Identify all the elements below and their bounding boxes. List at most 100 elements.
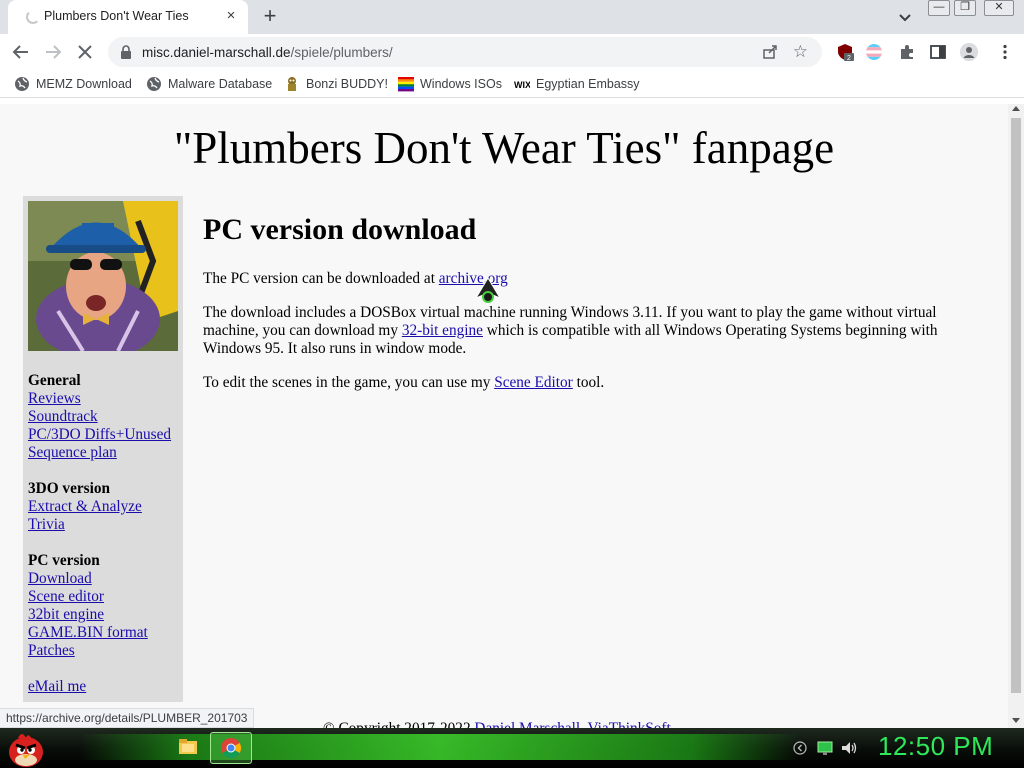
taskbar: 12:50 PM — [0, 728, 1024, 768]
bookmark-memz[interactable]: MEMZ Download — [14, 75, 132, 93]
bookmark-star-icon[interactable]: ☆ — [793, 42, 808, 62]
kebab-menu-icon[interactable] — [996, 43, 1014, 61]
address-bar[interactable]: misc.daniel-marschall.de/spiele/plumbers… — [108, 37, 822, 67]
globe-icon — [147, 77, 161, 91]
site-title: "Plumbers Don't Wear Ties" fanpage — [173, 123, 835, 173]
start-button-angry-bird-icon[interactable] — [6, 730, 46, 768]
scrollbar-thumb[interactable] — [1011, 118, 1021, 693]
page-heading: PC version download — [203, 213, 477, 246]
nav-heading-3do: 3DO version — [28, 480, 111, 497]
browser-toolbar: misc.daniel-marschall.de/spiele/plumbers… — [0, 34, 1024, 70]
bookmark-label: Egyptian Embassy — [536, 77, 640, 91]
window-restore-button[interactable]: ❐ — [954, 0, 976, 16]
paragraph-text: The PC version can be downloaded at — [203, 270, 439, 287]
nav-link-scene-editor[interactable]: Scene editor — [28, 588, 171, 606]
nav-link-pc-3do-diffs[interactable]: PC/3DO Diffs+Unused — [28, 426, 171, 444]
main-content: PC version download The PC version can b… — [203, 212, 993, 408]
url-host: misc.daniel-marschall.de — [142, 45, 291, 60]
sidebar-navigation: General Reviews Soundtrack PC/3DO Diffs+… — [23, 196, 183, 702]
ublock-badge: 2 — [847, 55, 851, 61]
nav-link-sequence-plan[interactable]: Sequence plan — [28, 444, 171, 462]
loading-spinner-icon — [26, 10, 40, 24]
wix-icon: WIX — [514, 80, 530, 90]
scroll-down-arrow-icon[interactable] — [1012, 718, 1020, 723]
bookmark-label: MEMZ Download — [36, 77, 132, 91]
32bit-engine-link[interactable]: 32-bit engine — [402, 322, 483, 339]
scroll-up-arrow-icon[interactable] — [1012, 106, 1020, 111]
back-button[interactable] — [10, 41, 32, 63]
trans-flag-extension-icon[interactable] — [865, 43, 883, 61]
taskbar-clock[interactable]: 12:50 PM — [878, 731, 993, 762]
new-tab-button[interactable]: + — [258, 5, 282, 29]
tab-title: Plumbers Don't Wear Ties — [44, 9, 189, 23]
page-viewport: "Plumbers Don't Wear Ties" fanpage Gener… — [0, 104, 1008, 728]
footer-author-link[interactable]: Daniel Marschall, ViaThinkSoft — [474, 720, 670, 728]
network-icon[interactable] — [816, 738, 834, 758]
footer-copyright: © Copyright 2017-2022 — [323, 720, 474, 728]
globe-icon — [15, 77, 29, 91]
nav-link-soundtrack[interactable]: Soundtrack — [28, 408, 171, 426]
system-tray — [786, 738, 866, 758]
tab-active[interactable]: Plumbers Don't Wear Ties × — [8, 0, 248, 34]
windows-flag-icon — [398, 77, 414, 92]
page-footer: © Copyright 2017-2022 Daniel Marschall, … — [323, 720, 671, 728]
tab-close-icon[interactable]: × — [222, 7, 240, 25]
nav-list: General Reviews Soundtrack PC/3DO Diffs+… — [28, 372, 171, 696]
nav-link-32bit-engine[interactable]: 32bit engine — [28, 606, 171, 624]
paragraph-download: The PC version can be downloaded at arch… — [203, 270, 993, 288]
busy-cursor-icon — [474, 277, 502, 303]
file-explorer-taskbar-icon[interactable] — [168, 734, 206, 762]
tray-chevron-icon[interactable] — [792, 738, 808, 758]
paragraph-scene-editor: To edit the scenes in the game, you can … — [203, 374, 993, 392]
bookmarks-bar: MEMZ Download Malware Database Bonzi BUD… — [0, 70, 1024, 98]
bookmark-windows-isos[interactable]: Windows ISOs — [398, 75, 502, 93]
scene-editor-link[interactable]: Scene Editor — [494, 374, 573, 391]
nav-link-game-bin-format[interactable]: GAME.BIN format — [28, 624, 171, 642]
vertical-scrollbar[interactable] — [1008, 104, 1024, 728]
bookmark-label: Malware Database — [168, 77, 273, 91]
lock-icon[interactable] — [120, 45, 132, 59]
tab-strip: Plumbers Don't Wear Ties × + — ❐ ✕ — [0, 0, 1024, 34]
forward-button[interactable] — [42, 41, 64, 63]
bookmark-bonzi-buddy[interactable]: Bonzi BUDDY! — [284, 75, 388, 93]
status-bar-link-preview: https://archive.org/details/PLUMBER_2017… — [0, 708, 255, 728]
paragraph-engine: The download includes a DOSBox virtual m… — [203, 304, 993, 358]
paragraph-text: To edit the scenes in the game, you can … — [203, 374, 495, 391]
bookmark-label: Windows ISOs — [420, 77, 502, 91]
nav-link-reviews[interactable]: Reviews — [28, 390, 171, 408]
bookmark-egyptian-embassy[interactable]: WIX Egyptian Embassy — [514, 75, 640, 93]
svg-text:WIX: WIX — [514, 80, 530, 90]
side-panel-icon[interactable] — [929, 43, 947, 61]
close-x-icon — [78, 45, 92, 59]
share-icon[interactable] — [762, 44, 778, 60]
chrome-taskbar-button[interactable] — [210, 732, 252, 764]
bonzi-icon — [288, 77, 296, 91]
bookmark-malware-database[interactable]: Malware Database — [146, 75, 272, 93]
volume-icon[interactable] — [840, 738, 858, 758]
nav-link-patches[interactable]: Patches — [28, 642, 171, 660]
paragraph-text: tool. — [572, 374, 605, 391]
nav-link-email[interactable]: eMail me — [28, 678, 171, 696]
nav-link-extract-analyze[interactable]: Extract & Analyze — [28, 498, 171, 516]
window-minimize-button[interactable]: — — [928, 0, 950, 16]
url-path: /spiele/plumbers/ — [290, 45, 393, 60]
nav-heading-pc: PC version — [28, 552, 100, 569]
ublock-extension-icon[interactable]: 2 — [836, 43, 854, 61]
chrome-icon — [221, 738, 241, 758]
nav-heading-general: General — [28, 372, 81, 389]
profile-avatar-icon[interactable] — [960, 43, 978, 61]
bookmark-label: Bonzi BUDDY! — [306, 77, 388, 91]
nav-link-trivia[interactable]: Trivia — [28, 516, 171, 534]
stop-loading-button[interactable] — [74, 41, 96, 63]
window-close-button[interactable]: ✕ — [984, 0, 1014, 16]
arrow-left-icon — [12, 45, 28, 59]
url-text[interactable]: misc.daniel-marschall.de/spiele/plumbers… — [142, 45, 393, 60]
police-helmet-portrait-image — [28, 201, 178, 351]
tab-search-chevron-icon[interactable] — [896, 8, 914, 26]
nav-link-download[interactable]: Download — [28, 570, 171, 588]
arrow-right-icon — [46, 45, 62, 59]
extensions-puzzle-icon[interactable] — [898, 43, 916, 61]
